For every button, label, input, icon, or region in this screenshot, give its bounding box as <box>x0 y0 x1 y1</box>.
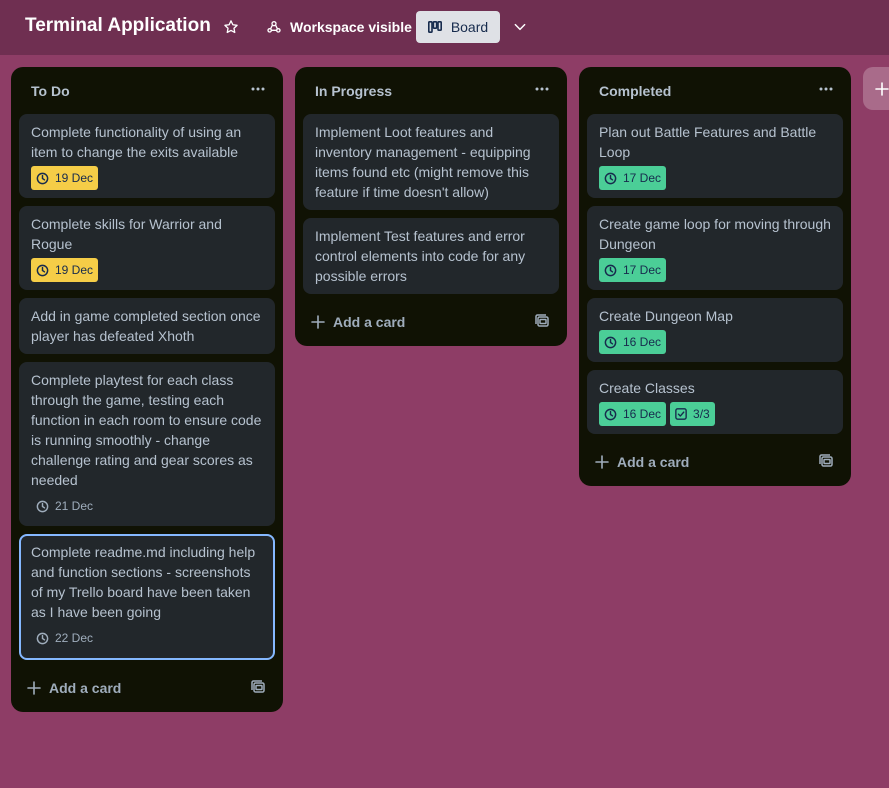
board-header: Terminal Application Workspace visible B… <box>0 0 889 55</box>
card[interactable]: Implement Loot features and inventory ma… <box>303 114 559 210</box>
create-from-template-button[interactable] <box>533 312 551 330</box>
list-menu-button[interactable] <box>533 79 551 99</box>
card-title: Plan out Battle Features and Battle Loop <box>599 124 817 160</box>
more-icon <box>819 87 833 91</box>
checklist-icon <box>675 408 687 420</box>
card[interactable]: Create Dungeon Map 16 Dec <box>587 298 843 362</box>
due-date-badge[interactable]: 16 Dec <box>599 330 667 354</box>
card[interactable]: Complete skills for Warrior and Rogue 19… <box>19 206 275 290</box>
list-header: Completed <box>579 67 851 114</box>
clock-icon <box>604 408 617 420</box>
card-title: Implement Loot features and inventory ma… <box>315 124 531 200</box>
list-menu-button[interactable] <box>817 79 835 99</box>
template-icon <box>535 314 549 327</box>
chevron-down-icon <box>514 23 526 31</box>
card-title: Add in game completed section once playe… <box>31 308 261 344</box>
star-button[interactable] <box>219 14 243 40</box>
card-title: Implement Test features and error contro… <box>315 228 526 284</box>
star-icon <box>224 20 238 34</box>
add-card-label: Add a card <box>49 680 122 696</box>
board-title[interactable]: Terminal Application <box>25 15 211 37</box>
due-date-badge[interactable]: 16 Dec <box>599 402 667 426</box>
card-title: Complete playtest for each class through… <box>31 372 262 488</box>
plus-icon <box>311 315 325 329</box>
card[interactable]: Complete playtest for each class through… <box>19 362 275 526</box>
plus-icon <box>27 681 41 695</box>
card[interactable]: Complete readme.md including help and fu… <box>19 534 275 660</box>
card-title: Complete functionality of using an item … <box>31 124 242 160</box>
template-icon <box>251 680 265 693</box>
add-card-label: Add a card <box>333 314 406 330</box>
create-from-template-button[interactable] <box>817 452 835 470</box>
list-completed: Completed Plan out Battle Features and B… <box>579 67 851 486</box>
visibility-button[interactable]: Workspace visible <box>262 11 416 43</box>
due-date-text: 19 Dec <box>55 171 94 185</box>
add-card-button[interactable]: Add a card <box>595 448 689 476</box>
card[interactable]: Implement Test features and error contro… <box>303 218 559 294</box>
due-date-text: 17 Dec <box>623 263 662 277</box>
clock-icon <box>604 264 617 276</box>
more-icon <box>251 87 265 91</box>
add-list-button[interactable] <box>863 67 889 110</box>
board-view-label: Board <box>450 19 489 35</box>
due-date-text: 16 Dec <box>623 335 662 349</box>
clock-icon <box>604 336 617 348</box>
due-date-badge[interactable]: 19 Dec <box>31 258 99 282</box>
board-icon <box>427 21 442 33</box>
card[interactable]: Create game loop for moving through Dung… <box>587 206 843 290</box>
card[interactable]: Complete functionality of using an item … <box>19 114 275 198</box>
card[interactable]: Add in game completed section once playe… <box>19 298 275 354</box>
checklist-count: 3/3 <box>693 407 710 421</box>
template-icon <box>819 454 833 467</box>
more-icon <box>535 87 549 91</box>
due-date-badge[interactable]: 22 Dec <box>31 626 98 650</box>
list-in-progress: In Progress Implement Loot features and … <box>295 67 567 346</box>
list-title[interactable]: To Do <box>31 83 70 99</box>
list-title[interactable]: Completed <box>599 83 671 99</box>
card-title: Create game loop for moving through Dung… <box>599 216 831 252</box>
plus-icon <box>875 81 889 96</box>
list-footer: Add a card <box>579 442 851 486</box>
card-list: Complete functionality of using an item … <box>11 114 283 660</box>
clock-icon <box>36 632 49 644</box>
workspace-icon <box>267 20 281 33</box>
add-card-button[interactable]: Add a card <box>311 308 405 336</box>
due-date-badge[interactable]: 21 Dec <box>31 494 98 518</box>
due-date-text: 16 Dec <box>623 407 662 421</box>
list-footer: Add a card <box>295 302 567 346</box>
list-header: In Progress <box>295 67 567 114</box>
due-date-badge[interactable]: 17 Dec <box>599 258 667 282</box>
due-date-badge[interactable]: 17 Dec <box>599 166 667 190</box>
due-date-text: 17 Dec <box>623 171 662 185</box>
clock-icon <box>36 264 49 276</box>
create-from-template-button[interactable] <box>249 678 267 696</box>
card[interactable]: Create Classes 16 Dec 3/3 <box>587 370 843 434</box>
visibility-label: Workspace visible <box>290 19 412 35</box>
card-title: Create Dungeon Map <box>599 308 733 324</box>
due-date-text: 19 Dec <box>55 263 94 277</box>
due-date-text: 22 Dec <box>55 631 94 645</box>
card-title: Complete skills for Warrior and Rogue <box>31 216 222 252</box>
checklist-badge: 3/3 <box>670 402 715 426</box>
card-title: Complete readme.md including help and fu… <box>31 544 256 620</box>
view-switcher-button[interactable] <box>508 14 532 40</box>
due-date-badge[interactable]: 19 Dec <box>31 166 99 190</box>
add-card-button[interactable]: Add a card <box>27 674 121 702</box>
add-card-label: Add a card <box>617 454 690 470</box>
card-title: Create Classes <box>599 380 695 396</box>
clock-icon <box>36 500 49 512</box>
list-header: To Do <box>11 67 283 114</box>
board-view-button[interactable]: Board <box>416 11 500 43</box>
list-footer: Add a card <box>11 668 283 712</box>
clock-icon <box>36 172 49 184</box>
card[interactable]: Plan out Battle Features and Battle Loop… <box>587 114 843 198</box>
card-list: Implement Loot features and inventory ma… <box>295 114 567 294</box>
card-list: Plan out Battle Features and Battle Loop… <box>579 114 851 434</box>
list-to-do: To Do Complete functionality of using an… <box>11 67 283 712</box>
clock-icon <box>604 172 617 184</box>
due-date-text: 21 Dec <box>55 499 94 513</box>
list-menu-button[interactable] <box>249 79 267 99</box>
list-title[interactable]: In Progress <box>315 83 392 99</box>
plus-icon <box>595 455 609 469</box>
